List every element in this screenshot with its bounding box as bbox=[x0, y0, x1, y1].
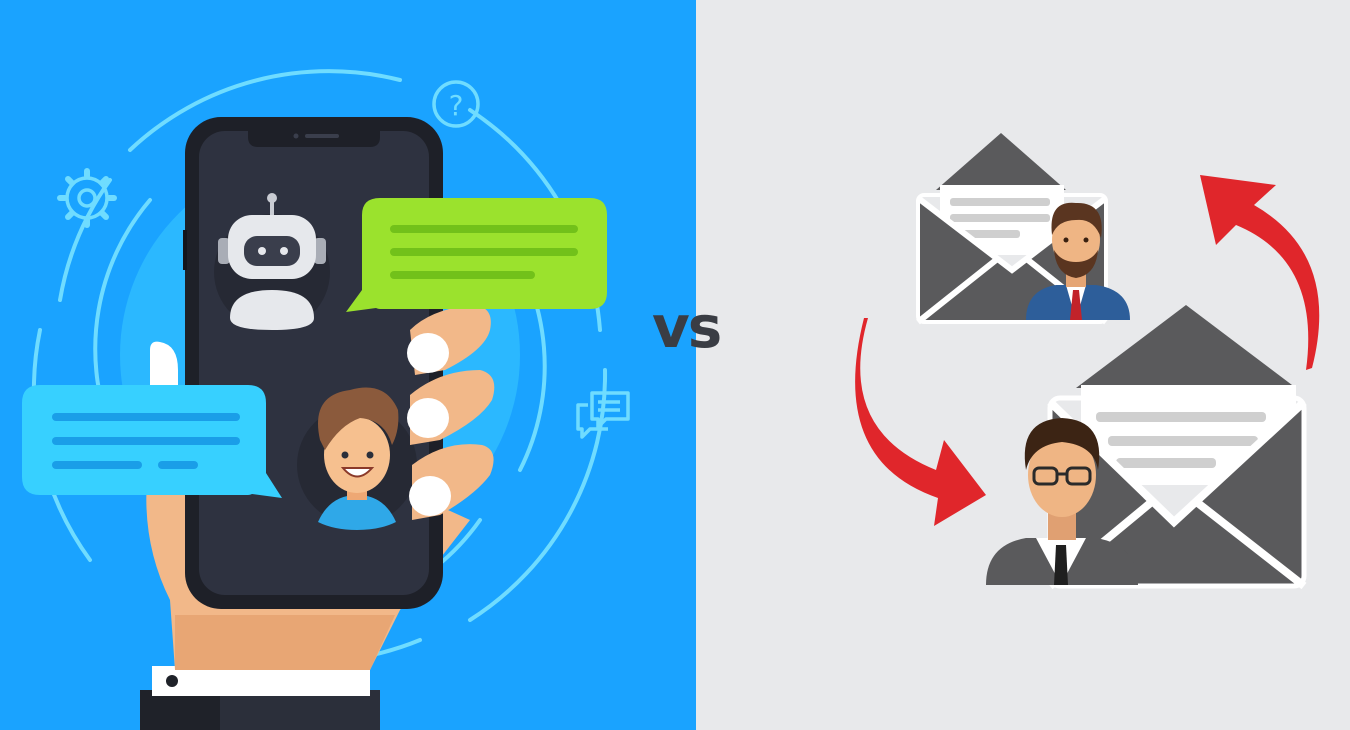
chatbot-panel: ? bbox=[0, 0, 696, 730]
vs-label: vs bbox=[652, 293, 722, 361]
question-icon: ? bbox=[432, 80, 480, 128]
curved-arrow-icon bbox=[855, 318, 986, 526]
bot-message-bubble bbox=[346, 198, 607, 312]
svg-text:?: ? bbox=[449, 89, 464, 122]
shirt-cuff bbox=[152, 666, 370, 696]
user-message-bubble bbox=[22, 385, 282, 498]
email-panel bbox=[696, 0, 1350, 730]
email-illustration bbox=[855, 133, 1320, 590]
chatbot-illustration: ? bbox=[22, 69, 630, 730]
gear-icon bbox=[57, 168, 117, 228]
phone-icon bbox=[183, 117, 443, 609]
fingers bbox=[407, 305, 495, 520]
